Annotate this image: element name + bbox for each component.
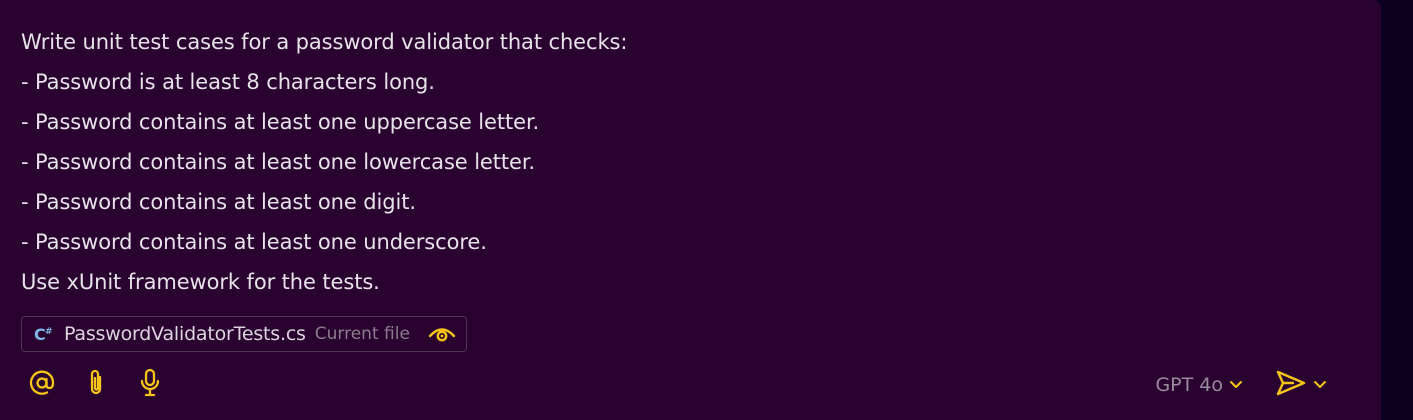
chat-input-panel[interactable]: Write unit test cases for a password val…	[0, 0, 1381, 420]
microphone-icon	[139, 368, 161, 402]
mention-button[interactable]	[28, 369, 56, 401]
context-file-chip[interactable]: C # PasswordValidatorTests.cs Current fi…	[21, 316, 467, 352]
prompt-line: - Password contains at least one lowerca…	[21, 150, 536, 174]
context-file-name: PasswordValidatorTests.cs	[64, 323, 306, 345]
send-toolbar: GPT 4o	[1155, 369, 1327, 401]
prompt-line: Use xUnit framework for the tests.	[21, 270, 380, 294]
send-button[interactable]	[1275, 369, 1327, 401]
prompt-line: Write unit test cases for a password val…	[21, 30, 628, 54]
send-icon	[1275, 369, 1307, 401]
attach-button[interactable]	[82, 369, 110, 401]
eye-icon[interactable]	[428, 324, 456, 344]
svg-text:C: C	[34, 325, 46, 344]
prompt-line: - Password contains at least one upperca…	[21, 110, 540, 134]
voice-input-button[interactable]	[136, 368, 164, 402]
prompt-line: - Password contains at least one digit.	[21, 190, 416, 214]
model-label: GPT 4o	[1155, 374, 1223, 396]
prompt-textarea[interactable]: Write unit test cases for a password val…	[21, 22, 1361, 302]
model-selector[interactable]: GPT 4o	[1155, 374, 1243, 396]
prompt-line: - Password contains at least one undersc…	[21, 230, 487, 254]
csharp-file-icon: C #	[34, 324, 54, 344]
current-file-tag: Current file	[314, 324, 410, 344]
paperclip-icon	[86, 368, 106, 402]
chevron-down-icon	[1229, 380, 1243, 390]
svg-text:#: #	[45, 327, 53, 337]
input-toolbar	[28, 368, 164, 402]
prompt-line: - Password is at least 8 characters long…	[21, 70, 435, 94]
at-icon	[29, 370, 55, 400]
send-options-chevron-icon[interactable]	[1313, 380, 1327, 390]
